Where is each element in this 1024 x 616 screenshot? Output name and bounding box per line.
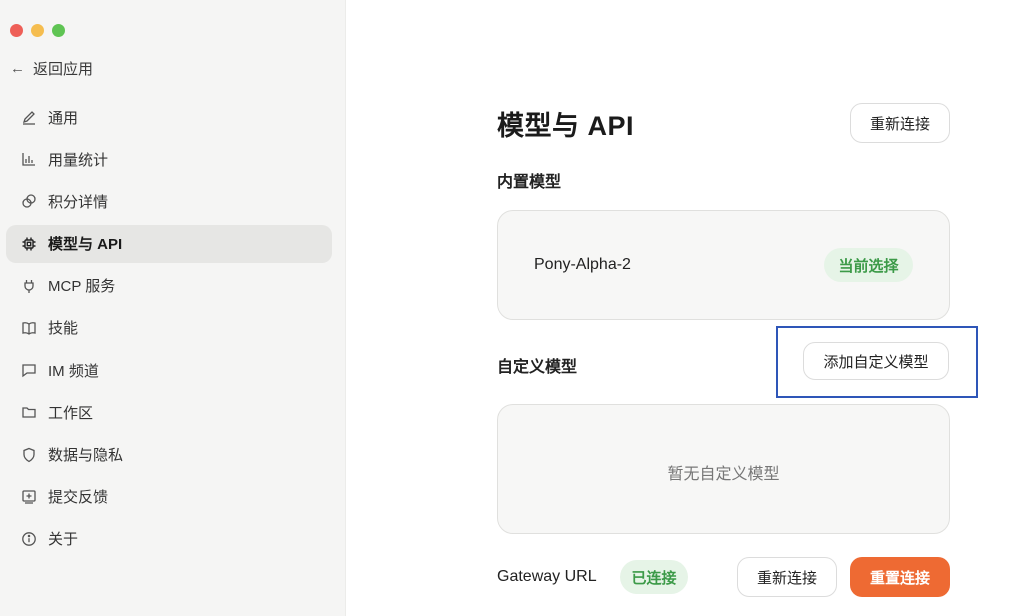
sidebar-item-data-privacy[interactable]: 数据与隐私 — [6, 436, 332, 474]
sidebar-item-feedback[interactable]: 提交反馈 — [6, 478, 332, 516]
shield-icon — [20, 446, 38, 464]
back-label: 返回应用 — [33, 60, 94, 78]
zoom-window-button[interactable] — [52, 24, 65, 37]
chat-icon — [20, 361, 38, 379]
chip-icon — [20, 235, 38, 253]
model-name: Pony-Alpha-2 — [534, 256, 631, 273]
folder-icon — [20, 403, 38, 421]
bar-chart-icon — [20, 150, 38, 168]
sidebar-item-label: 工作区 — [48, 404, 94, 422]
settings-window: ← 返回应用 通用 用量统计 积分详情 模型与 API MCP 服务 技能 IM… — [0, 0, 1024, 616]
feedback-icon — [20, 488, 38, 506]
book-icon — [20, 319, 38, 337]
gateway-url-label: Gateway URL — [497, 568, 597, 585]
sidebar-item-label: 通用 — [48, 109, 79, 127]
sidebar-item-models-api[interactable]: 模型与 API — [6, 224, 332, 263]
custom-models-empty-card: 暂无自定义模型 — [497, 404, 950, 534]
sidebar-item-label: 数据与隐私 — [48, 447, 124, 464]
arrow-left-icon: ← — [10, 59, 25, 77]
settings-nav: 通用 用量统计 积分详情 模型与 API MCP 服务 技能 IM 频道 工作区… — [6, 98, 332, 562]
sidebar-item-label: 模型与 API — [48, 236, 123, 254]
builtin-models-heading: 内置模型 — [497, 174, 562, 191]
window-controls — [10, 24, 65, 37]
minimize-window-button[interactable] — [31, 24, 44, 37]
sidebar-item-label: 积分详情 — [48, 193, 109, 211]
back-to-app-link[interactable]: ← 返回应用 — [10, 57, 93, 79]
custom-models-heading: 自定义模型 — [497, 359, 578, 376]
main-panel: 模型与 API 重新连接 内置模型 Pony-Alpha-2 当前选择 自定义模… — [347, 0, 1024, 616]
connected-status-badge: 已连接 — [620, 560, 688, 594]
sidebar-item-im-channels[interactable]: IM 频道 — [6, 351, 332, 389]
sidebar-item-skills[interactable]: 技能 — [6, 309, 332, 347]
page-title: 模型与 API — [497, 111, 635, 141]
gateway-reconnect-button[interactable]: 重新连接 — [737, 557, 837, 597]
plug-icon — [20, 277, 38, 295]
sidebar-item-workspace[interactable]: 工作区 — [6, 393, 332, 431]
close-window-button[interactable] — [10, 24, 23, 37]
sidebar-item-credits[interactable]: 积分详情 — [6, 182, 332, 220]
pencil-icon — [20, 108, 38, 126]
sidebar-item-label: MCP 服务 — [48, 278, 116, 296]
current-selection-badge: 当前选择 — [824, 248, 913, 282]
sidebar-item-label: IM 频道 — [48, 362, 99, 380]
sidebar-item-label: 提交反馈 — [48, 489, 109, 507]
add-custom-model-button[interactable]: 添加自定义模型 — [803, 342, 949, 380]
reconnect-button[interactable]: 重新连接 — [850, 103, 950, 143]
sidebar-item-general[interactable]: 通用 — [6, 98, 332, 136]
empty-state-text: 暂无自定义模型 — [667, 466, 780, 483]
sidebar-item-label: 用量统计 — [48, 151, 109, 169]
info-icon — [20, 530, 38, 548]
coins-icon — [20, 192, 38, 210]
sidebar-item-label: 技能 — [48, 320, 79, 338]
sidebar-item-label: 关于 — [48, 531, 79, 549]
reset-connection-button[interactable]: 重置连接 — [850, 557, 950, 597]
sidebar-item-usage[interactable]: 用量统计 — [6, 140, 332, 178]
sidebar-item-mcp[interactable]: MCP 服务 — [6, 267, 332, 305]
builtin-model-card[interactable]: Pony-Alpha-2 当前选择 — [497, 210, 950, 320]
sidebar-item-about[interactable]: 关于 — [6, 520, 332, 558]
sidebar: ← 返回应用 通用 用量统计 积分详情 模型与 API MCP 服务 技能 IM… — [0, 0, 346, 616]
